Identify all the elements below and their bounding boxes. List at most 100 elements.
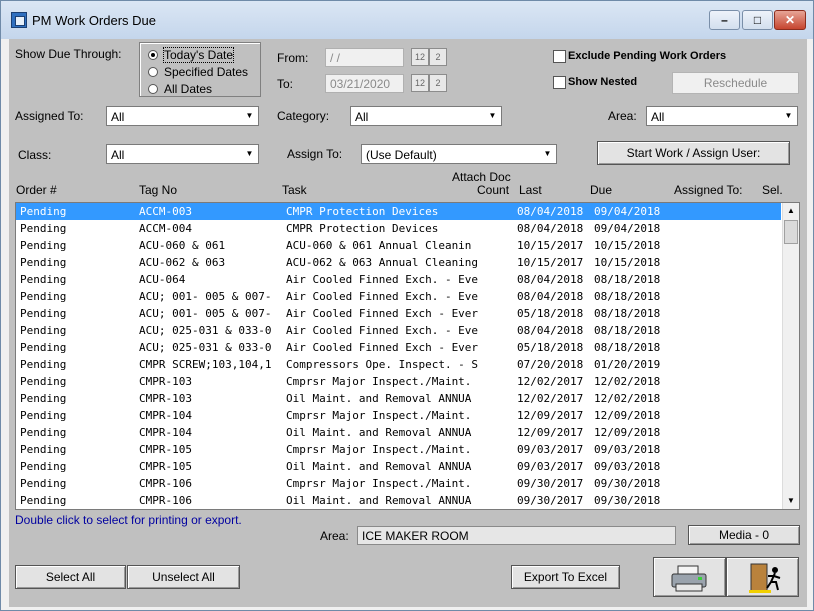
reschedule-button[interactable]: Reschedule [672, 72, 799, 94]
radio-dot [148, 50, 158, 60]
window-title: PM Work Orders Due [32, 13, 157, 28]
cell-tag: CMPR-105 [139, 460, 192, 473]
column-header-order[interactable]: Order # [16, 183, 57, 197]
exit-button[interactable] [726, 557, 799, 597]
assign-to-label: Assign To: [287, 147, 343, 161]
cell-last: 09/30/2017 [517, 477, 584, 490]
area-dropdown[interactable]: All ▼ [646, 106, 798, 126]
exclude-pending-checkbox[interactable] [553, 50, 566, 63]
cell-due: 08/18/2018 [594, 307, 661, 320]
table-row[interactable]: Pending ACU; 025-031 & 033-0 Air Cooled Fi… [16, 339, 781, 356]
cell-due: 09/03/2018 [594, 460, 661, 473]
class-value: All [111, 148, 125, 162]
cell-task: Air Cooled Finned Exch - Ever [286, 307, 479, 320]
unselect-all-button[interactable]: Unselect All [127, 565, 240, 589]
table-row[interactable]: Pending ACU-064 Air Cooled Finned Exch. - … [16, 271, 781, 288]
calendar-icon[interactable]: 12 [411, 74, 429, 92]
cell-tag: ACU; 025-031 & 033-0 [139, 324, 272, 337]
cell-tag: ACU; 001- 005 & 007- [139, 290, 272, 303]
table-row[interactable]: Pending CMPR-104 Oil Maint. and Removal AN… [16, 424, 781, 441]
cell-order: Pending [20, 494, 67, 507]
cell-task: Cmprsr Major Inspect./Maint. [286, 409, 472, 422]
calendar-icon[interactable]: 2 [429, 74, 447, 92]
table-row[interactable]: Pending CMPR-106 Cmprsr Major Inspect./Mai… [16, 475, 781, 492]
assign-to-value: (Use Default) [366, 148, 437, 162]
cell-task: Cmprsr Major Inspect./Maint. [286, 477, 472, 490]
from-date-field[interactable]: / / [325, 48, 404, 67]
to-date-field[interactable]: 03/21/2020 [325, 74, 404, 93]
cell-task: Air Cooled Finned Exch - Ever [286, 341, 479, 354]
table-row[interactable]: Pending CMPR-105 Oil Maint. and Removal AN… [16, 458, 781, 475]
table-row[interactable]: Pending CMPR SCREW;103,104,1 Compressors O… [16, 356, 781, 373]
cell-last: 12/09/2017 [517, 409, 584, 422]
print-button[interactable] [653, 557, 726, 597]
cell-last: 10/15/2017 [517, 239, 584, 252]
table-row[interactable]: Pending ACU; 025-031 & 033-0 Air Cooled Fi… [16, 322, 781, 339]
table-row[interactable]: Pending ACU; 001- 005 & 007- Air Cooled Fi… [16, 288, 781, 305]
column-header-attach-doc[interactable]: Attach Doc [452, 170, 511, 184]
cell-order: Pending [20, 239, 67, 252]
chevron-down-icon: ▼ [485, 108, 500, 124]
radio-dot [148, 84, 158, 94]
calendar-icon[interactable]: 2 [429, 48, 447, 66]
scroll-down-icon[interactable]: ▼ [783, 493, 799, 509]
close-button[interactable]: ✕ [774, 10, 806, 30]
radio-label: All Dates [164, 82, 213, 96]
radio-dot [148, 67, 158, 77]
vertical-scrollbar[interactable]: ▲ ▼ [782, 203, 799, 509]
form-body: Show Due Through: Today's Date Specified… [9, 39, 807, 607]
cell-due: 10/15/2018 [594, 256, 661, 269]
class-dropdown[interactable]: All ▼ [106, 144, 259, 164]
area-readout-label: Area: [320, 529, 349, 543]
table-row[interactable]: Pending CMPR-103 Cmprsr Major Inspect./Mai… [16, 373, 781, 390]
from-label: From: [277, 51, 309, 65]
show-nested-checkbox[interactable] [553, 76, 566, 89]
work-order-list[interactable]: Pending CMPR-106 Oil Maint. and Removal AN… [15, 202, 800, 510]
table-row[interactable]: Pending ACU-060 & 061 ACU-060 & 061 Annua… [16, 237, 781, 254]
table-row[interactable]: Pending ACU-062 & 063 ACU-062 & 063 Annual… [16, 254, 781, 271]
select-all-button[interactable]: Select All [15, 565, 126, 589]
pm-work-orders-window: PM Work Orders Due – □ ✕ Show Due Throug… [0, 0, 814, 611]
app-icon [11, 12, 27, 28]
column-header-count[interactable]: Count [477, 183, 509, 197]
column-header-due[interactable]: Due [590, 183, 612, 197]
maximize-button[interactable]: □ [742, 10, 773, 30]
table-row[interactable]: Pending ACCM-003 CMPR Protection Devices 08… [16, 203, 781, 220]
table-row[interactable]: Pending CMPR-104 Cmprsr Major Inspect./Mai… [16, 407, 781, 424]
minimize-icon: – [721, 13, 728, 27]
chevron-down-icon: ▼ [540, 146, 555, 162]
table-row[interactable]: Pending CMPR-105 Cmprsr Major Inspect./Mai… [16, 441, 781, 458]
radio-label: Specified Dates [164, 65, 249, 79]
table-row[interactable]: Pending ACU; 001- 005 & 007- Air Cooled Fi… [16, 305, 781, 322]
cell-order: Pending [20, 409, 67, 422]
area-filter-label: Area: [608, 109, 637, 123]
category-dropdown[interactable]: All ▼ [350, 106, 502, 126]
table-row[interactable]: Pending ACCM-004 CMPR Protection Devices 08… [16, 220, 781, 237]
minimize-button[interactable]: – [709, 10, 740, 30]
column-header-assigned[interactable]: Assigned To: [674, 183, 743, 197]
cell-due: 10/15/2018 [594, 239, 661, 252]
cell-tag: ACU-062 & 063 [139, 256, 226, 269]
calendar-icon[interactable]: 12 [411, 48, 429, 66]
media-button[interactable]: Media - 0 [688, 525, 800, 545]
cell-last: 12/09/2017 [517, 426, 584, 439]
cell-tag: CMPR-103 [139, 375, 192, 388]
class-label: Class: [18, 148, 52, 162]
assign-to-dropdown[interactable]: (Use Default) ▼ [361, 144, 557, 164]
table-row[interactable]: Pending CMPR-103 Oil Maint. and Removal AN… [16, 390, 781, 407]
assigned-to-dropdown[interactable]: All ▼ [106, 106, 259, 126]
cell-task: Air Cooled Finned Exch. - Eve [286, 273, 479, 286]
export-to-excel-button[interactable]: Export To Excel [511, 565, 620, 589]
column-header-sel[interactable]: Sel. [762, 183, 783, 197]
cell-last: 08/04/2018 [517, 273, 584, 286]
scroll-thumb[interactable] [784, 220, 798, 244]
column-header-last[interactable]: Last [519, 183, 542, 197]
cell-due: 12/09/2018 [594, 426, 661, 439]
start-work-assign-user-button[interactable]: Start Work / Assign User: [597, 141, 790, 165]
cell-tag: CMPR SCREW;103,104,1 [139, 358, 272, 371]
column-header-task[interactable]: Task [282, 183, 307, 197]
column-header-tag[interactable]: Tag No [139, 183, 177, 197]
cell-order: Pending [20, 290, 67, 303]
scroll-up-icon[interactable]: ▲ [783, 203, 799, 219]
table-row[interactable]: Pending CMPR-106 Oil Maint. and Removal AN… [16, 492, 781, 509]
